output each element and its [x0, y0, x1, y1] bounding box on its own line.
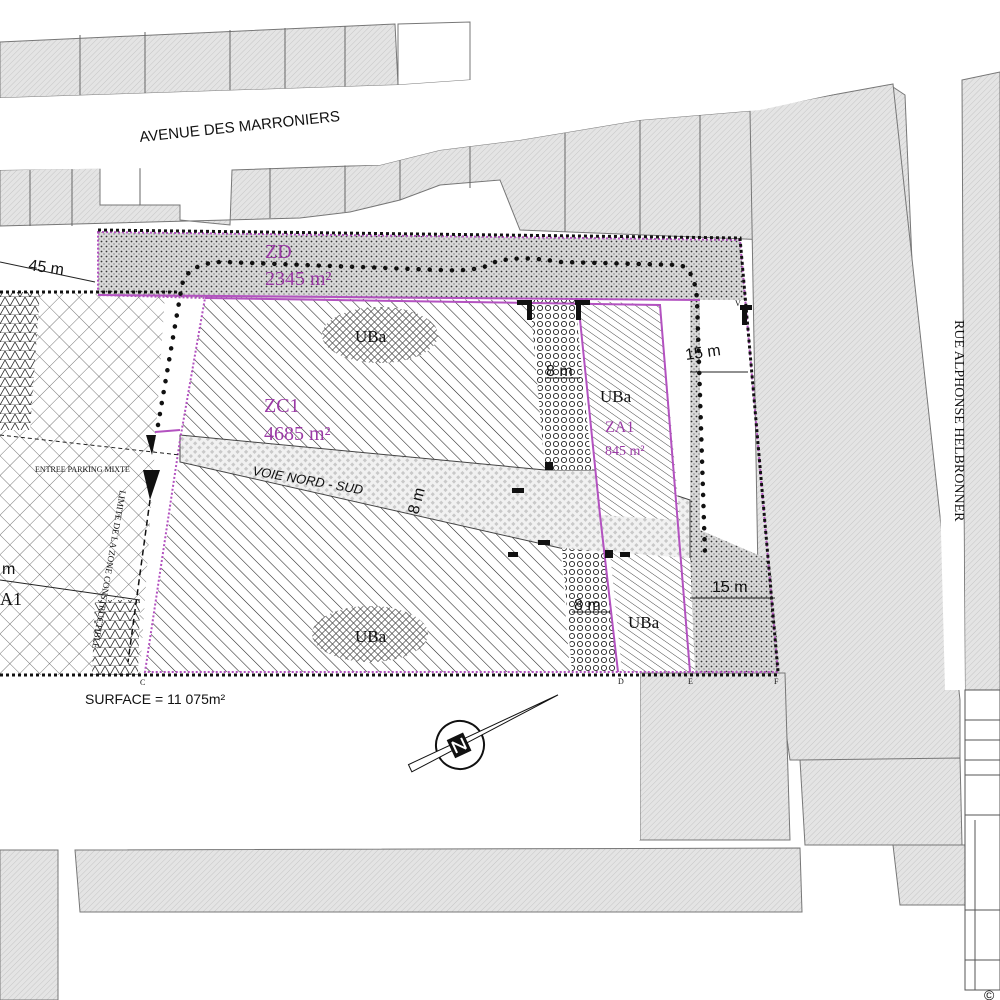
dim-15m-top: 15 m: [684, 342, 722, 364]
site-plan-map: AVENUE DES MARRONIERS RUE ALPHONSE HELBR…: [0, 21, 1000, 1000]
dim-m-left-partial: m: [2, 561, 15, 578]
surface-label: SURFACE = 11 075m²: [85, 691, 226, 707]
uba-top-label: UBa: [355, 327, 387, 346]
uba-bottom-label: UBa: [355, 627, 387, 646]
zd-name: ZD: [265, 241, 292, 263]
parking-label: ENTREE PARKING MIXTE: [35, 465, 130, 474]
point-v: V: [735, 299, 741, 308]
dim-15m-bottom: 15 m: [712, 579, 748, 596]
za1-name: ZA1: [605, 419, 634, 436]
zd-area: 2345 m²: [265, 268, 332, 290]
point-f: F: [774, 677, 779, 686]
copyright-mark: ©: [984, 987, 995, 1000]
za1-area: 845 m²: [605, 444, 645, 459]
zc1-area: 4685 m²: [264, 423, 331, 445]
title-block: [964, 689, 1000, 991]
point-e: E: [688, 677, 693, 686]
uba-bottom-right-label: UBa: [628, 613, 660, 632]
zc1-name: ZC1: [264, 395, 300, 417]
dim-45m: 45 m: [27, 257, 65, 279]
zone-left-crosshatch: [0, 292, 165, 675]
point-d: D: [618, 677, 624, 686]
uba-mid-right-label: UBa: [600, 387, 632, 406]
za1-left-partial: A1: [0, 589, 22, 609]
point-c: C: [140, 678, 145, 687]
dim-8m-top: 8 m: [546, 363, 573, 380]
rue-label: RUE ALPHONSE HELBRONNER: [951, 320, 966, 522]
dim-8m-bottom: 8 m: [574, 597, 601, 614]
